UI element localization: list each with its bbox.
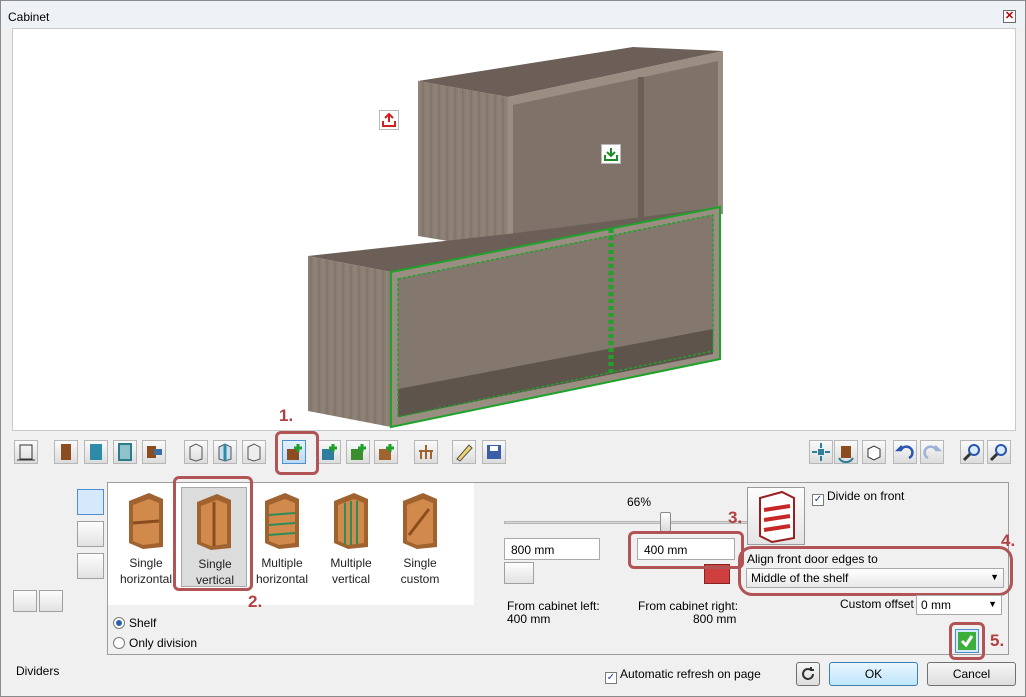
toolbar [12,434,1016,470]
dividers-mode-icon[interactable] [77,489,104,515]
save-icon[interactable] [482,440,506,464]
add-drawer-icon[interactable] [346,440,370,464]
title-bar: Cabinet ✕ [1,1,1025,27]
custom-offset-value: 0 mm [921,598,951,612]
item-line1: Single [403,556,437,570]
only-division-radio-dot [113,637,125,649]
add-shelf-icon[interactable] [317,440,341,464]
step-5-label: 5. [990,631,1005,650]
front-preview-icon[interactable] [747,487,805,545]
divide-on-front-label: Divide on front [827,489,905,503]
zoom-in-icon[interactable] [960,440,984,464]
step-4-label: 4. [1001,531,1016,550]
auto-refresh-checkbox[interactable]: ✓ Automatic refresh on page [605,667,761,684]
shelves-mode-icon[interactable] [77,521,104,547]
multiple-horizontal-icon [265,493,299,549]
item-line2: horizontal [119,572,173,586]
auto-refresh-label: Automatic refresh on page [620,667,761,681]
ok-button[interactable]: OK [829,662,918,686]
divider-multiple-vertical[interactable]: Multiple vertical [318,487,384,587]
add-accessory-icon[interactable] [374,440,398,464]
cabinet-dialog: Cabinet ✕ 1. Single horizontal Single ve… [0,0,1026,697]
box-view-icon[interactable] [862,440,886,464]
window-title: Cabinet [8,10,50,24]
undo-icon[interactable] [893,440,917,464]
refresh-icon [802,667,814,680]
step-2-label: 2. [248,592,263,611]
divider-multiple-horizontal[interactable]: Multiple horizontal [249,487,315,587]
single-horizontal-icon [129,493,163,549]
shelf-radio[interactable]: Shelf [113,616,156,630]
divide-on-front-checkbox[interactable]: ✓ Divide on front [812,489,904,506]
item-line2: horizontal [255,572,309,586]
custom-offset-label: Custom offset [840,597,914,611]
copy-icon[interactable] [13,590,37,612]
unlock-left-icon[interactable] [504,562,534,584]
position-slider-thumb[interactable] [660,512,672,532]
item-line1: Multiple [330,556,372,570]
fit-view-icon[interactable] [809,440,833,464]
step-4-highlight [738,546,1013,596]
edit-icon[interactable] [452,440,476,464]
item-line2: vertical [331,572,370,586]
close-button[interactable]: ✕ [1003,10,1016,23]
handle-icon[interactable] [142,440,166,464]
chevron-down-icon: ▼ [988,599,997,609]
divider-single-custom[interactable]: Single custom [387,487,453,587]
redo-icon[interactable] [920,440,944,464]
left-dimension-input[interactable]: 800 mm [504,538,600,560]
divider-type-gallery: Single horizontal Single vertical Multiple… [108,483,474,605]
step-2-highlight [173,476,253,591]
only-division-label: Only division [129,636,198,650]
position-slider-track[interactable] [504,521,749,524]
shelf-label: Shelf [129,616,157,630]
slider-percent: 66% [627,495,652,509]
door-icon[interactable] [54,440,78,464]
cancel-button[interactable]: Cancel [927,662,1016,686]
cabinet-outline-icon[interactable] [184,440,208,464]
cabinet-3d-viewport[interactable] [12,28,1016,431]
paste-icon[interactable] [39,590,63,612]
step-5-highlight [949,622,985,660]
step-3-label: 3. [728,508,743,527]
from-right-value: 800 mm [693,612,737,626]
cabinet-back-icon[interactable] [242,440,266,464]
dimensions-icon[interactable] [14,440,38,464]
glass-door-icon[interactable] [84,440,108,464]
rotate-view-icon[interactable] [834,440,858,464]
corner-mode-icon[interactable] [77,553,104,579]
multiple-vertical-icon [334,493,368,549]
cabinet-side-icon[interactable] [213,440,237,464]
custom-offset-select[interactable]: 0 mm ▼ [916,595,1002,615]
zoom-out-icon[interactable] [987,440,1011,464]
divide-on-front-check: ✓ [812,494,824,506]
from-left-label: From cabinet left: [507,599,600,613]
item-line1: Multiple [261,556,303,570]
from-left-value: 400 mm [507,612,551,626]
export-icon[interactable] [379,110,399,130]
status-text: Dividers [16,664,60,678]
only-division-radio[interactable]: Only division [113,636,197,650]
step-1-highlight [275,431,319,475]
cabinet-3d-model [308,47,723,429]
import-icon[interactable] [601,144,621,164]
from-right-label: From cabinet right: [638,599,739,613]
frame-door-icon[interactable] [113,440,137,464]
divider-single-horizontal[interactable]: Single horizontal [113,487,179,587]
item-line1: Single [129,556,163,570]
auto-refresh-check: ✓ [605,672,617,684]
step-1-label: 1. [279,406,294,425]
single-custom-icon [403,493,437,549]
item-line2: custom [400,572,440,586]
step-3-highlight [628,531,744,569]
refresh-button[interactable] [796,662,820,686]
shelf-radio-dot [113,617,125,629]
legs-icon[interactable] [414,440,438,464]
